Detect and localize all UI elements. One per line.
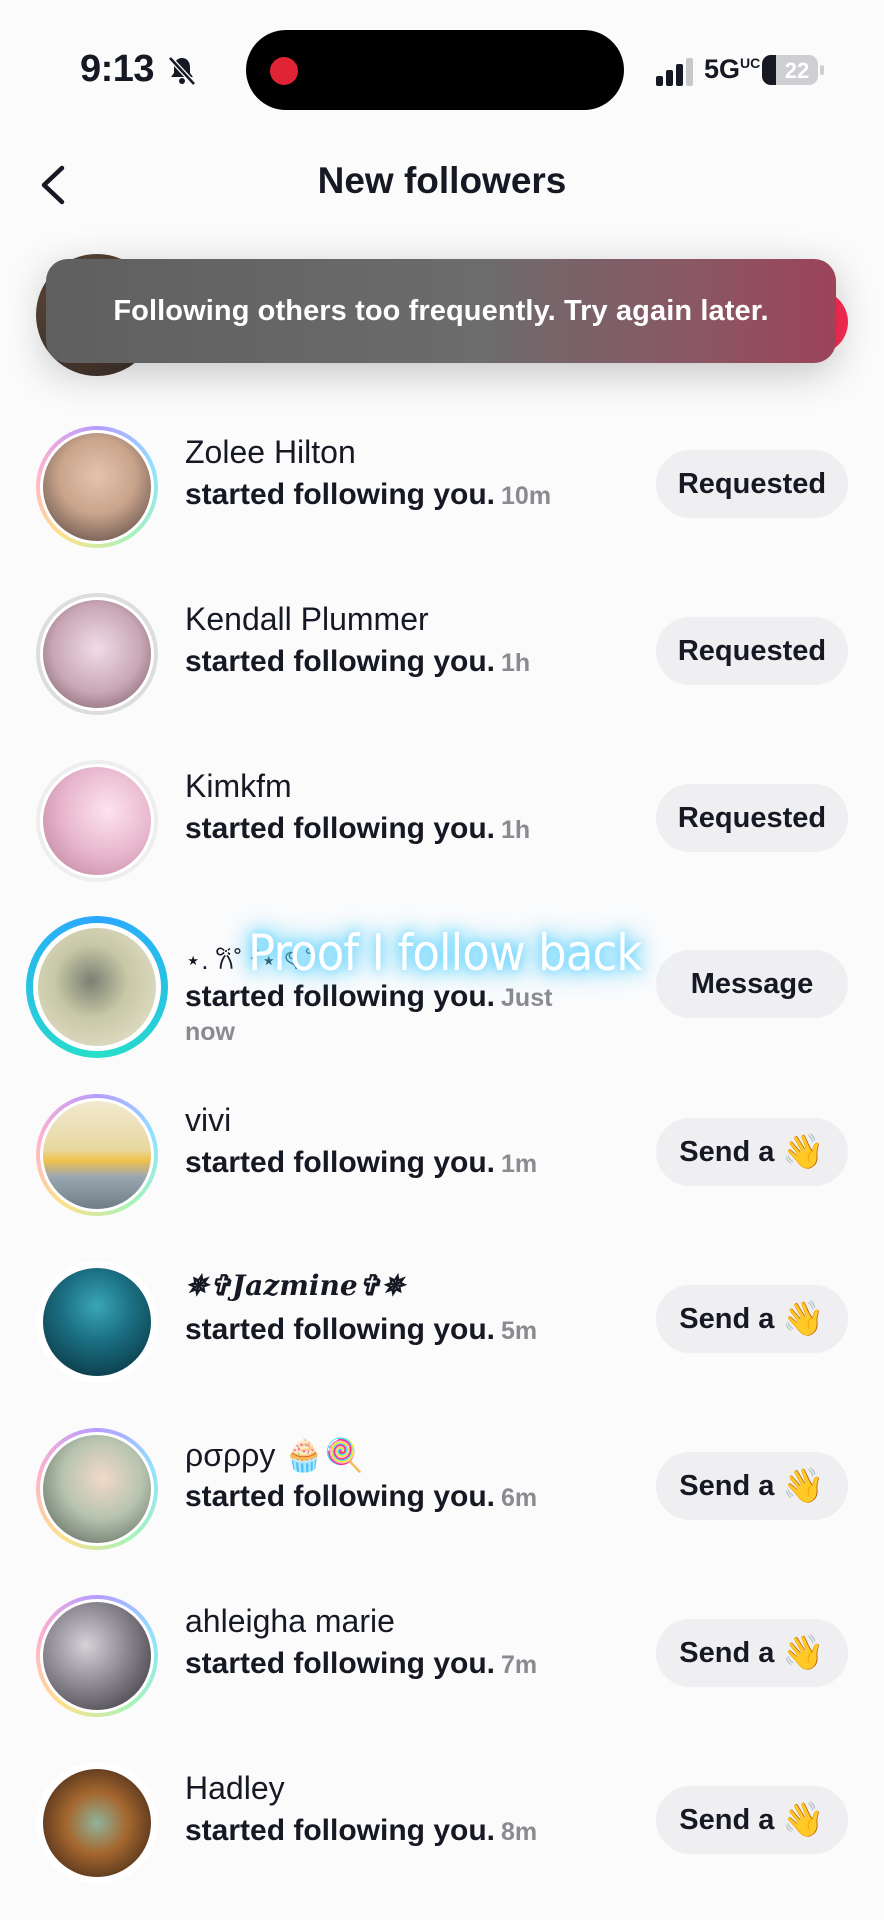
follow-description: started following you. 5m: [185, 1313, 538, 1346]
bell-muted-icon: [168, 56, 196, 86]
avatar: [40, 430, 154, 544]
follow-description: started following you. 7m: [185, 1647, 538, 1680]
follow-description: started following you. 1m: [185, 1146, 538, 1179]
avatar-ring[interactable]: [36, 593, 158, 715]
list-item[interactable]: ahleigha marie started following you. 7m …: [0, 1581, 884, 1721]
error-toast: Following others too frequently. Try aga…: [46, 259, 836, 363]
cellular-signal-icon: [656, 58, 693, 86]
follow-description: started following you. Just: [185, 980, 553, 1013]
follower-name[interactable]: vivi: [185, 1102, 231, 1139]
list-item[interactable]: ρσρρу 🧁🍭 started following you. 6m Send a…: [0, 1414, 884, 1554]
follower-name[interactable]: Hadley: [185, 1770, 285, 1807]
list-item[interactable]: Zolee Hilton started following you. 10m R…: [0, 412, 884, 552]
follow-description: started following you. 10m: [185, 478, 552, 511]
avatar: [33, 923, 161, 1051]
wave-icon: 👋: [782, 1133, 825, 1171]
avatar: [40, 597, 154, 711]
story-ring[interactable]: [26, 916, 168, 1058]
requested-button[interactable]: Requested: [656, 450, 848, 518]
send-wave-button[interactable]: Send a 👋: [656, 1619, 848, 1687]
wave-icon: 👋: [782, 1801, 825, 1839]
requested-button[interactable]: Requested: [656, 617, 848, 685]
wave-icon: 👋: [782, 1467, 825, 1505]
send-wave-button[interactable]: Send a 👋: [656, 1118, 848, 1186]
send-wave-button[interactable]: Send a 👋: [656, 1786, 848, 1854]
send-wave-button[interactable]: Send a 👋: [656, 1285, 848, 1353]
wave-icon: 👋: [782, 1300, 825, 1338]
follower-name[interactable]: Kimkfm: [185, 768, 292, 805]
follow-time: 7m: [501, 1651, 538, 1679]
list-item[interactable]: ✵✞Jazmine✞✵ started following you. 5m Sen…: [0, 1247, 884, 1387]
requested-button[interactable]: Requested: [656, 784, 848, 852]
avatar: [40, 764, 154, 878]
list-item[interactable]: Kimkfm started following you. 1h Requeste…: [0, 746, 884, 886]
battery-icon: 22: [762, 55, 824, 85]
toast-message: Following others too frequently. Try aga…: [113, 294, 769, 327]
avatar-ring[interactable]: [36, 426, 158, 548]
status-bar: 9:13 5GUC 22: [0, 0, 884, 140]
dynamic-island: [246, 30, 624, 110]
follow-description: started following you. 6m: [185, 1480, 538, 1513]
follow-time: 5m: [501, 1317, 538, 1345]
avatar: [40, 1265, 154, 1379]
follower-name[interactable]: Kendall Plummer: [185, 601, 429, 638]
follow-time: 1m: [501, 1150, 538, 1178]
avatar: [40, 1766, 154, 1880]
follow-time: 1h: [501, 816, 531, 844]
avatar-ring[interactable]: [36, 1595, 158, 1717]
follow-time: 8m: [501, 1818, 538, 1846]
follow-description: started following you. 1h: [185, 645, 531, 678]
follow-time: 1h: [501, 649, 531, 677]
avatar-ring[interactable]: [36, 1428, 158, 1550]
follow-time: Just: [501, 984, 553, 1012]
page-title: New followers: [317, 160, 567, 201]
send-wave-button[interactable]: Send a 👋: [656, 1452, 848, 1520]
message-button[interactable]: Message: [656, 950, 848, 1018]
follow-description: started following you. 8m: [185, 1814, 538, 1847]
overlay-caption: Proof I follow back: [248, 924, 642, 982]
follower-name[interactable]: ρσρρу 🧁🍭: [185, 1436, 364, 1474]
follow-time: 10m: [501, 482, 552, 510]
follow-description: started following you. 1h: [185, 812, 531, 845]
list-item[interactable]: Hadley started following you. 8m Send a 👋: [0, 1748, 884, 1888]
list-item[interactable]: Kendall Plummer started following you. 1h…: [0, 579, 884, 719]
avatar-ring[interactable]: [36, 1762, 158, 1884]
follower-name[interactable]: Zolee Hilton: [185, 434, 356, 471]
follower-name[interactable]: ahleigha marie: [185, 1603, 395, 1640]
wave-icon: 👋: [782, 1634, 825, 1672]
avatar-ring[interactable]: [36, 1094, 158, 1216]
avatar: [40, 1432, 154, 1546]
avatar-ring[interactable]: [36, 1261, 158, 1383]
list-item[interactable]: vivi started following you. 1m Send a 👋: [0, 1080, 884, 1220]
recording-indicator-icon: [270, 57, 298, 85]
avatar: [40, 1098, 154, 1212]
avatar: [40, 1599, 154, 1713]
follower-name[interactable]: ✵✞Jazmine✞✵: [185, 1269, 405, 1302]
follow-time-continued: now: [185, 1018, 235, 1046]
page-header: New followers: [0, 140, 884, 230]
avatar-ring[interactable]: [36, 760, 158, 882]
status-time: 9:13: [80, 48, 155, 90]
network-label: 5GUC: [704, 54, 761, 84]
follow-time: 6m: [501, 1484, 538, 1512]
battery-level: 22: [784, 58, 810, 83]
